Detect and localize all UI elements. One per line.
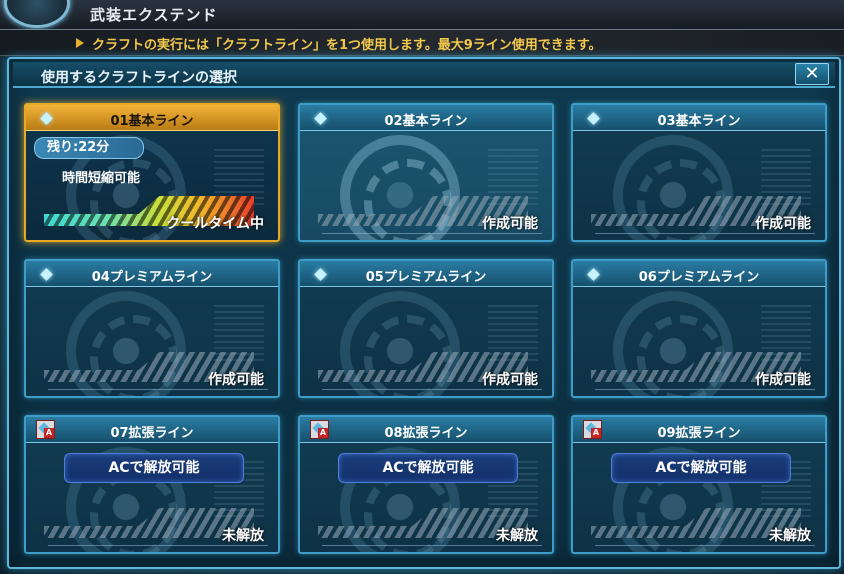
line-card-07[interactable]: A 07拡張ライン ACで解放可能 未解放 (24, 415, 280, 554)
line-status: 作成可能 (482, 216, 538, 232)
close-button[interactable]: ✕ (795, 63, 829, 85)
line-card-08[interactable]: A 08拡張ライン ACで解放可能 未解放 (298, 415, 554, 554)
card-header: 05プレミアムライン (300, 261, 552, 287)
baseline (322, 389, 542, 390)
line-status: 作成可能 (755, 216, 811, 232)
baseline (322, 545, 542, 546)
card-header: 01基本ライン (26, 105, 278, 131)
window-title: 武装エクステンド (90, 6, 218, 24)
unlock-with-ac-button[interactable]: ACで解放可能 (64, 453, 244, 483)
line-card-06[interactable]: 06プレミアムライン 作成可能 (571, 259, 827, 398)
line-title: 09拡張ライン (657, 426, 741, 441)
shorten-note: 時間短縮可能 (62, 171, 141, 186)
line-status: クールタイム中 (166, 216, 264, 232)
emblem-icon (4, 0, 70, 28)
baseline (322, 233, 542, 234)
line-title: 03基本ライン (657, 114, 741, 129)
line-card-01[interactable]: 01基本ライン 残り:22分 時間短縮可能 クールタイム中 (24, 103, 280, 242)
card-header: 04プレミアムライン (26, 261, 278, 287)
card-header: 03基本ライン (573, 105, 825, 131)
line-title: 08拡張ライン (384, 426, 468, 441)
card-header: A 09拡張ライン (573, 417, 825, 443)
unlock-with-ac-button[interactable]: ACで解放可能 (611, 453, 791, 483)
line-status: 未解放 (769, 528, 811, 544)
line-card-05[interactable]: 05プレミアムライン 作成可能 (298, 259, 554, 398)
baseline (48, 389, 268, 390)
card-header: 06プレミアムライン (573, 261, 825, 287)
panel-header: 使用するクラフトラインの選択 ✕ (13, 62, 835, 88)
line-title: 06プレミアムライン (638, 270, 760, 285)
craft-line-panel: 使用するクラフトラインの選択 ✕ 01基本ライン 残り:22分 時間短縮可能 ク… (7, 57, 841, 569)
baseline (595, 389, 815, 390)
card-header: 02基本ライン (300, 105, 552, 131)
line-title: 02基本ライン (384, 114, 468, 129)
line-title: 05プレミアムライン (365, 270, 487, 285)
card-header: A 08拡張ライン (300, 417, 552, 443)
baseline (595, 233, 815, 234)
line-card-04[interactable]: 04プレミアムライン 作成可能 (24, 259, 280, 398)
line-status: 作成可能 (482, 372, 538, 388)
notice-text: クラフトの実行には「クラフトライン」を1つ使用します。最大9ライン使用できます。 (92, 38, 602, 53)
line-status: 未解放 (222, 528, 264, 544)
notice-bar: クラフトの実行には「クラフトライン」を1つ使用します。最大9ライン使用できます。 (0, 30, 844, 56)
line-card-03[interactable]: 03基本ライン 作成可能 (571, 103, 827, 242)
line-card-09[interactable]: A 09拡張ライン ACで解放可能 未解放 (571, 415, 827, 554)
remaining-time: 残り:22分 (34, 137, 144, 159)
baseline (595, 545, 815, 546)
line-title: 01基本ライン (110, 114, 194, 129)
top-bar: 武装エクステンド (0, 0, 844, 30)
arrow-icon (76, 38, 84, 48)
unlock-with-ac-button[interactable]: ACで解放可能 (338, 453, 518, 483)
card-header: A 07拡張ライン (26, 417, 278, 443)
line-card-02[interactable]: 02基本ライン 作成可能 (298, 103, 554, 242)
line-status: 作成可能 (208, 372, 264, 388)
line-status: 作成可能 (755, 372, 811, 388)
line-title: 04プレミアムライン (91, 270, 213, 285)
line-status: 未解放 (496, 528, 538, 544)
panel-title: 使用するクラフトラインの選択 (41, 70, 237, 86)
line-title: 07拡張ライン (110, 426, 194, 441)
baseline (48, 545, 268, 546)
